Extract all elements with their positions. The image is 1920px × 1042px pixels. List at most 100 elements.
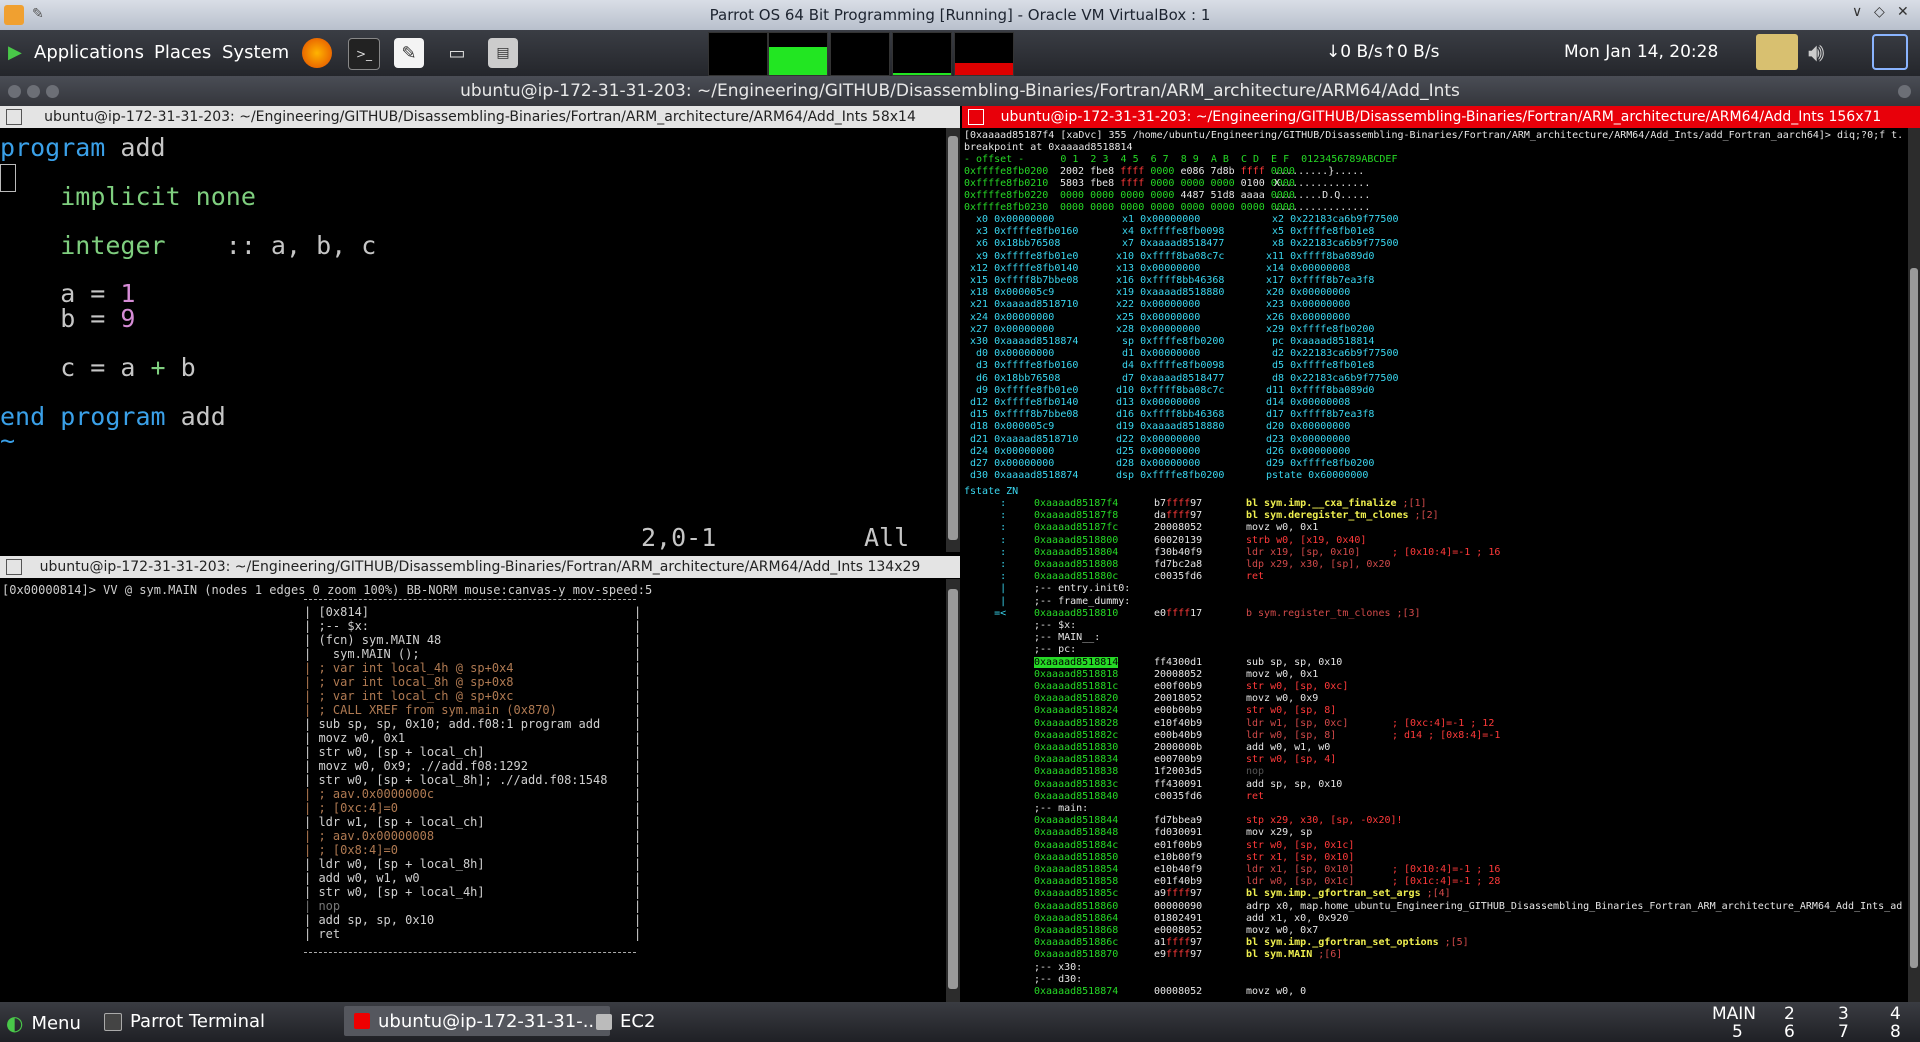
register: d1 0x00000000 xyxy=(1110,348,1201,360)
maximize-icon[interactable]: ◇ xyxy=(1874,4,1885,20)
workspace-switcher[interactable]: MAIN 2 3 4 5 6 7 8 xyxy=(1708,1004,1920,1042)
graph-line: | ; var int local_4h @ sp+0x4 xyxy=(304,661,514,675)
graph-scrollbar[interactable] xyxy=(946,579,960,1002)
graph-box-border: | xyxy=(634,871,642,885)
graph-box-border: | xyxy=(634,633,642,647)
taskbar-item-ec2[interactable]: EC2 xyxy=(596,1011,655,1032)
window-menu-icon[interactable] xyxy=(1898,85,1911,98)
disasm-address: 0xaaaad851882c xyxy=(1034,729,1119,741)
hex-ascii: ................ xyxy=(1268,202,1371,213)
register: pstate 0x60000000 xyxy=(1260,470,1369,482)
user-switch-icon[interactable] xyxy=(1872,34,1908,70)
disasm-address: 0xaaaad8518870 xyxy=(1034,949,1119,961)
workspace-7[interactable]: 7 xyxy=(1838,1022,1849,1042)
disasm-instruction: ldr x19, [sp, 0x10] xyxy=(1246,546,1361,558)
pane-title-r2[interactable]: ubuntu@ip-172-31-31-203: ~/Engineering/G… xyxy=(962,106,1920,128)
pane-title-vim[interactable]: ubuntu@ip-172-31-31-203: ~/Engineering/G… xyxy=(0,106,960,128)
register: x0 0x00000000 xyxy=(964,214,1055,225)
taskbar-item-parrot-terminal[interactable]: Parrot Terminal xyxy=(104,1011,265,1032)
terminal-launcher-icon[interactable]: >_ xyxy=(348,38,380,70)
disasm-gutter xyxy=(964,779,1006,790)
r2-scrollbar[interactable] xyxy=(1908,128,1920,1002)
vim-scroll-status: All xyxy=(864,523,910,552)
firefox-icon[interactable] xyxy=(302,38,332,68)
menu-applications[interactable]: Applications xyxy=(34,42,144,63)
graph-box-border: | xyxy=(634,857,642,871)
graph-line: | sym.MAIN (); xyxy=(304,647,420,661)
register: d4 0xffffe8fb0098 xyxy=(1110,360,1225,372)
r2-visual-graph[interactable]: [0x00000814]> VV @ sym.MAIN (nodes 1 edg… xyxy=(0,579,946,1002)
register: x24 0x00000000 xyxy=(964,311,1055,323)
clock[interactable]: Mon Jan 14, 20:28 xyxy=(1564,42,1718,62)
disasm-comment: ; [0xc:4]=-1 ; 12 xyxy=(1392,717,1495,729)
register: x25 0x00000000 xyxy=(1110,311,1201,323)
disasm-gutter xyxy=(964,730,1006,741)
register: d29 0xffffe8fb0200 xyxy=(1260,458,1375,469)
code-line: implicit none xyxy=(60,182,256,211)
register: d6 0x18bb76508 xyxy=(964,372,1061,384)
disasm-bytes: fd7bc2a8 xyxy=(1154,559,1203,570)
workspace-8[interactable]: 8 xyxy=(1890,1022,1901,1042)
disasm-gutter xyxy=(964,718,1006,729)
virtualbox-title: Parrot OS 64 Bit Programming [Running] -… xyxy=(709,6,1211,24)
r2-debugger-view[interactable]: [0xaaaad85187f4 [xaDvc] 355 /home/ubuntu… xyxy=(962,128,1908,1002)
graph-box-border: | xyxy=(634,745,642,759)
disasm-label: ;-- $x: xyxy=(1034,620,1077,631)
vim-scrollbar[interactable] xyxy=(946,128,960,552)
disasm-address: 0xaaaad8518814 xyxy=(1034,656,1119,668)
pane-menu-icon[interactable] xyxy=(6,109,22,125)
disasm-gutter xyxy=(964,620,1006,631)
register: x4 0xffffe8fb0098 xyxy=(1110,226,1225,238)
close-icon[interactable]: ✕ xyxy=(1897,4,1909,20)
workspace-4[interactable]: 4 xyxy=(1890,1004,1901,1024)
terminator-icon xyxy=(354,1013,370,1029)
cpu-monitor xyxy=(708,32,768,76)
hex-bytes: 0000 0000 0000 0000 0000 0000 0000 0000 xyxy=(1060,202,1295,213)
workspace-5[interactable]: 5 xyxy=(1732,1022,1743,1042)
disasm-instruction: ldp x29, x30, [sp], 0x20 xyxy=(1246,559,1391,570)
workspace-3[interactable]: 3 xyxy=(1838,1004,1849,1024)
window-minimize-icon[interactable] xyxy=(27,85,40,98)
disasm-comment: ; [0x1c:4]=-1 ; 28 xyxy=(1392,876,1501,888)
disasm-gutter xyxy=(964,925,1006,936)
disasm-gutter xyxy=(964,754,1006,765)
screenshot-icon[interactable]: ▭ xyxy=(442,38,472,68)
pane-menu-icon[interactable] xyxy=(6,559,22,575)
vim-editor[interactable]: program add implicit none integer :: a, … xyxy=(0,128,946,552)
window-close-icon[interactable] xyxy=(8,85,21,98)
disasm-gutter xyxy=(964,632,1006,643)
menu-system[interactable]: System xyxy=(222,42,289,63)
taskbar-menu-button[interactable]: ◐ Menu xyxy=(6,1011,81,1035)
terminal-titlebar: ubuntu@ip-172-31-31-203: ~/Engineering/G… xyxy=(0,76,1920,106)
graph-box-border: | xyxy=(634,647,642,661)
text-editor-icon[interactable]: ✎ xyxy=(394,38,424,68)
register: d8 0x22183ca6b9f77500 xyxy=(1260,372,1399,384)
register: x17 0xffff8b7ea3f8 xyxy=(1260,275,1375,286)
menu-places[interactable]: Places xyxy=(154,42,211,63)
graph-line: | (fcn) sym.MAIN 48 xyxy=(304,633,442,647)
disasm-gutter xyxy=(964,815,1006,826)
display-settings-icon[interactable] xyxy=(1756,34,1798,70)
workspace-6[interactable]: 6 xyxy=(1784,1022,1795,1042)
disasm-bytes: e10b40f9 xyxy=(1154,864,1203,875)
disasm-bytes: c0035fd6 xyxy=(1154,571,1203,583)
pin-icon[interactable]: ✎ xyxy=(32,6,44,22)
disasm-gutter: : xyxy=(964,510,1007,522)
register: d24 0x00000000 xyxy=(964,445,1055,457)
pane-menu-icon[interactable] xyxy=(968,109,984,125)
disasm-gutter xyxy=(964,693,1006,704)
taskbar-item-ubuntu-terminal[interactable]: ubuntu@ip-172-31-31-... xyxy=(344,1006,610,1036)
minimize-icon[interactable]: ∨ xyxy=(1852,4,1862,20)
disasm-comment: ; [0x10:4]=-1 ; 16 xyxy=(1392,864,1501,875)
register: d14 0x00000008 xyxy=(1260,397,1351,408)
workspace-main[interactable]: MAIN xyxy=(1712,1004,1756,1024)
disasm-bytes: b7ffff97 xyxy=(1154,498,1203,509)
disasm-instruction: ldr w0, [sp, 8] xyxy=(1246,729,1337,741)
r2-command: [0xaaaad85187f4 [xaDvc] 355 /home/ubuntu… xyxy=(964,130,1904,141)
pane-title-graph[interactable]: ubuntu@ip-172-31-31-203: ~/Engineering/G… xyxy=(0,556,960,578)
archive-icon[interactable]: ▤ xyxy=(488,38,518,68)
register: d10 0xffff8ba08c7c xyxy=(1110,384,1225,396)
workspace-2[interactable]: 2 xyxy=(1784,1004,1795,1024)
volume-icon[interactable]: 🔊︎ xyxy=(1808,38,1824,69)
window-maximize-icon[interactable] xyxy=(46,85,59,98)
